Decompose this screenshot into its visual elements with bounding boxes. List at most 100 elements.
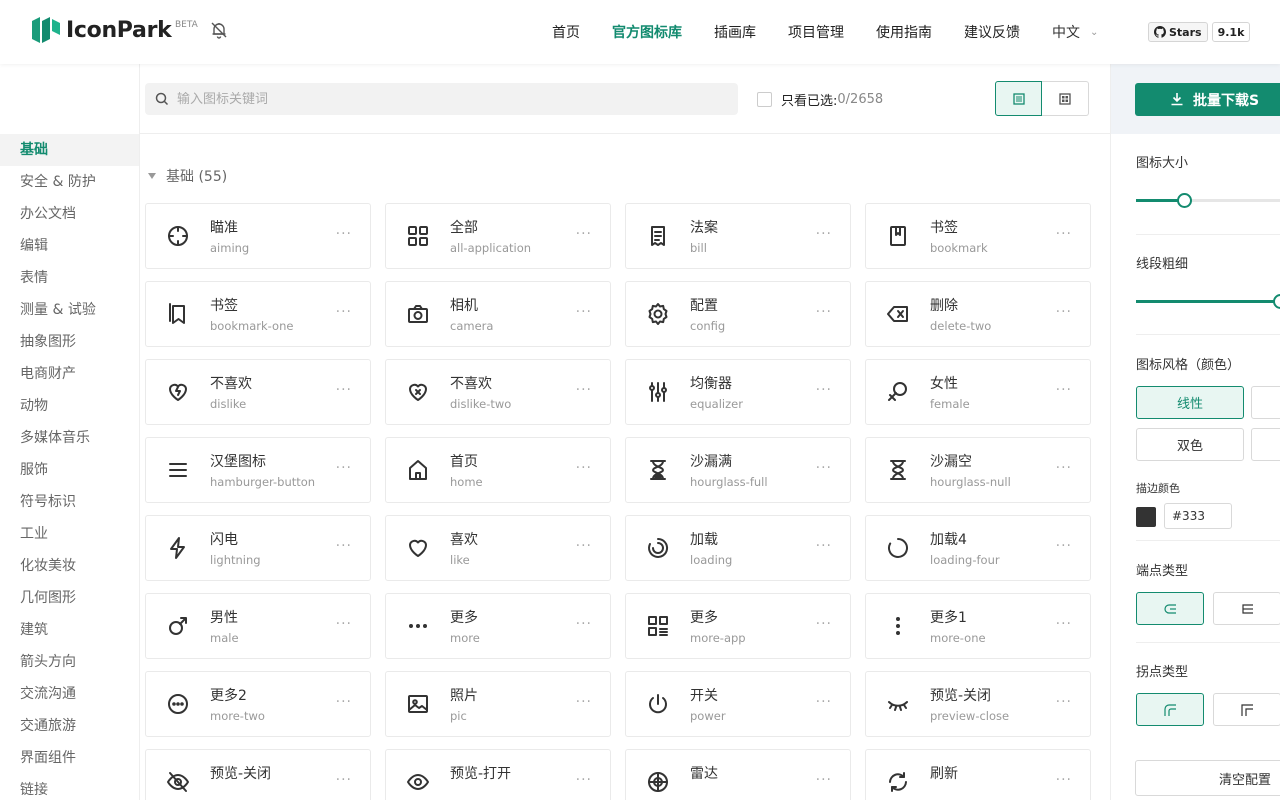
icon-size-handle[interactable] [1177,193,1192,208]
more-options-icon[interactable]: ··· [336,694,352,710]
icon-card[interactable]: 瞄准 aiming ··· [145,203,371,269]
icon-card[interactable]: 刷新 ··· [865,749,1091,800]
sidebar-item[interactable]: 链接 [0,774,139,806]
more-options-icon[interactable]: ··· [816,538,832,554]
more-options-icon[interactable]: ··· [576,616,592,632]
github-star-count[interactable]: 9.1k [1211,22,1251,42]
sidebar-item[interactable]: 箭头方向 [0,646,139,678]
sidebar-item[interactable]: 工业 [0,518,139,550]
icon-card[interactable]: 预览-关闭 preview-close ··· [865,671,1091,737]
more-options-icon[interactable]: ··· [576,304,592,320]
stroke-color-swatch[interactable] [1136,507,1156,527]
icon-card[interactable]: 加载4 loading-four ··· [865,515,1091,581]
more-options-icon[interactable]: ··· [336,460,352,476]
icon-card[interactable]: 开关 power ··· [625,671,851,737]
more-options-icon[interactable]: ··· [1056,460,1072,476]
more-options-icon[interactable]: ··· [576,382,592,398]
more-options-icon[interactable]: ··· [336,772,352,788]
icon-size-slider[interactable] [1136,193,1280,208]
icon-card[interactable]: 书签 bookmark-one ··· [145,281,371,347]
more-options-icon[interactable]: ··· [816,460,832,476]
selected-only-filter[interactable]: 只看已选: 0/2658 [757,90,883,109]
sidebar-item[interactable]: 抽象图形 [0,326,139,358]
nav-illustrations[interactable]: 插画库 [714,22,756,42]
more-options-icon[interactable]: ··· [336,304,352,320]
icon-card[interactable]: 均衡器 equalizer ··· [625,359,851,425]
more-options-icon[interactable]: ··· [1056,304,1072,320]
icon-card[interactable]: 更多1 more-one ··· [865,593,1091,659]
bell-off-icon[interactable] [209,20,229,40]
sidebar-item[interactable]: 几何图形 [0,582,139,614]
sidebar-item[interactable]: 电商财产 [0,358,139,390]
sidebar-item[interactable]: 基础 [0,134,139,166]
sidebar-item[interactable]: 表情 [0,262,139,294]
icon-card[interactable]: 照片 pic ··· [385,671,611,737]
more-options-icon[interactable]: ··· [576,772,592,788]
stroke-width-slider[interactable] [1136,294,1280,309]
icon-card[interactable]: 沙漏满 hourglass-full ··· [625,437,851,503]
style-two-tone-button[interactable]: 双色 [1136,428,1244,461]
icon-card[interactable]: 书签 bookmark ··· [865,203,1091,269]
icon-card[interactable]: 沙漏空 hourglass-null ··· [865,437,1091,503]
more-options-icon[interactable]: ··· [336,382,352,398]
sidebar-item[interactable]: 编辑 [0,230,139,262]
join-miter-button[interactable] [1213,693,1280,726]
sidebar-item[interactable]: 界面组件 [0,742,139,774]
language-select[interactable]: 中文 ⌄ [1052,22,1098,42]
nav-projects[interactable]: 项目管理 [788,22,844,42]
more-options-icon[interactable]: ··· [336,226,352,242]
more-options-icon[interactable]: ··· [816,304,832,320]
more-options-icon[interactable]: ··· [576,694,592,710]
more-options-icon[interactable]: ··· [576,226,592,242]
icon-card[interactable]: 男性 male ··· [145,593,371,659]
search-input[interactable] [177,91,677,107]
sidebar-item[interactable]: 交通旅游 [0,710,139,742]
sidebar-item[interactable]: 符号标识 [0,486,139,518]
icon-card[interactable]: 全部 all-application ··· [385,203,611,269]
more-options-icon[interactable]: ··· [816,772,832,788]
icon-card[interactable]: 闪电 lightning ··· [145,515,371,581]
batch-download-button[interactable]: 批量下载S [1135,83,1280,116]
logo[interactable]: IconPark [32,17,172,43]
cap-round-button[interactable] [1136,592,1204,625]
search-box[interactable] [145,83,738,115]
sidebar-item[interactable]: 多媒体音乐 [0,422,139,454]
sidebar-item[interactable]: 建筑 [0,614,139,646]
sidebar-item[interactable]: 测量 & 试验 [0,294,139,326]
github-star-button[interactable]: Stars [1148,22,1208,42]
sidebar-item[interactable]: 服饰 [0,454,139,486]
icon-card[interactable]: 相机 camera ··· [385,281,611,347]
more-options-icon[interactable]: ··· [1056,616,1072,632]
sidebar-item[interactable]: 办公文档 [0,198,139,230]
icon-card[interactable]: 喜欢 like ··· [385,515,611,581]
nav-home[interactable]: 首页 [552,22,580,42]
more-options-icon[interactable]: ··· [1056,694,1072,710]
icon-card[interactable]: 女性 female ··· [865,359,1091,425]
stroke-color-input[interactable] [1164,503,1232,529]
more-options-icon[interactable]: ··· [1056,226,1072,242]
sidebar-item[interactable]: 交流沟通 [0,678,139,710]
icon-card[interactable]: 更多 more-app ··· [625,593,851,659]
icon-card[interactable]: 雷达 ··· [625,749,851,800]
more-options-icon[interactable]: ··· [576,460,592,476]
nav-guide[interactable]: 使用指南 [876,22,932,42]
github-stars[interactable]: Stars 9.1k [1148,22,1251,42]
icon-card[interactable]: 不喜欢 dislike-two ··· [385,359,611,425]
icon-card[interactable]: 首页 home ··· [385,437,611,503]
icon-card[interactable]: 配置 config ··· [625,281,851,347]
more-options-icon[interactable]: ··· [576,538,592,554]
nav-feedback[interactable]: 建议反馈 [964,22,1020,42]
stroke-width-handle[interactable] [1273,294,1280,309]
clear-config-button[interactable]: 清空配置 [1135,760,1280,796]
more-options-icon[interactable]: ··· [816,616,832,632]
sidebar-item[interactable]: 化妆美妆 [0,550,139,582]
style-filled-button[interactable] [1251,386,1280,419]
icon-card[interactable]: 法案 bill ··· [625,203,851,269]
more-options-icon[interactable]: ··· [1056,382,1072,398]
icon-card[interactable]: 不喜欢 dislike ··· [145,359,371,425]
icon-card[interactable]: 预览-打开 ··· [385,749,611,800]
sidebar-item[interactable]: 动物 [0,390,139,422]
style-outline-button[interactable]: 线性 [1136,386,1244,419]
icon-card[interactable]: 更多2 more-two ··· [145,671,371,737]
more-options-icon[interactable]: ··· [336,616,352,632]
